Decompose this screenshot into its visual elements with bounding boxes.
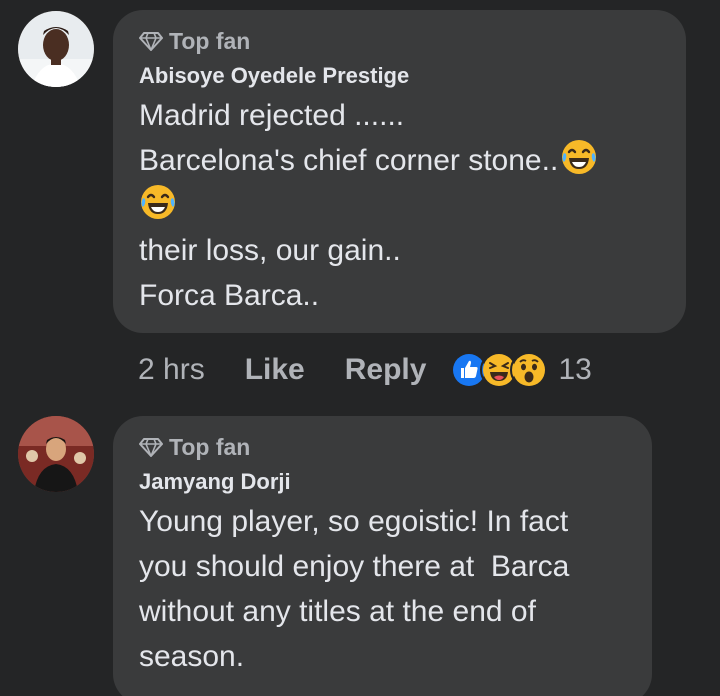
comment-bubble: Top fan Jamyang Dorji Young player, so e… xyxy=(113,416,652,696)
tears-of-joy-icon xyxy=(139,183,177,221)
comment-time[interactable]: 2 hrs xyxy=(138,353,205,387)
comment-text: Young player, so egoistic! In fact you s… xyxy=(139,499,626,679)
diamond-icon xyxy=(139,438,163,457)
wow-icon xyxy=(510,351,549,389)
comment-author[interactable]: Abisoye Oyedele Prestige xyxy=(139,61,660,91)
comment-line: Madrid rejected ...... xyxy=(139,99,405,132)
top-fan-badge: Top fan xyxy=(139,432,626,462)
avatar[interactable] xyxy=(18,416,94,492)
top-fan-label: Top fan xyxy=(169,27,251,54)
tears-of-joy-icon xyxy=(560,138,598,176)
comment-line xyxy=(139,183,660,228)
diamond-icon xyxy=(139,32,163,51)
top-fan-label: Top fan xyxy=(169,433,251,460)
top-fan-badge: Top fan xyxy=(139,26,660,56)
comment-line: season. xyxy=(139,640,245,673)
comment-line: Forca Barca.. xyxy=(139,279,320,312)
comment-author[interactable]: Jamyang Dorji xyxy=(139,467,626,497)
comment-line: Barcelona's chief corner stone.. xyxy=(139,138,660,183)
comment-line: Young player, so egoistic! In fact xyxy=(139,505,569,538)
comment-line: their loss, our gain.. xyxy=(139,234,401,267)
comment-line: without any titles at the end of xyxy=(139,595,536,628)
reactions-summary[interactable]: 13 xyxy=(450,351,592,389)
reaction-count: 13 xyxy=(558,353,592,386)
avatar[interactable] xyxy=(18,11,94,87)
comment-actions: 2 hrs Like Reply 13 xyxy=(138,350,592,390)
comment-text: Madrid rejected ...... Barcelona's chief… xyxy=(139,93,660,318)
comment-line: you should enjoy there at Barca xyxy=(139,550,570,583)
like-button[interactable]: Like xyxy=(245,353,305,387)
comment-bubble: Top fan Abisoye Oyedele Prestige Madrid … xyxy=(113,10,686,333)
comments-thread: Top fan Abisoye Oyedele Prestige Madrid … xyxy=(0,0,720,696)
reply-button[interactable]: Reply xyxy=(345,353,427,387)
